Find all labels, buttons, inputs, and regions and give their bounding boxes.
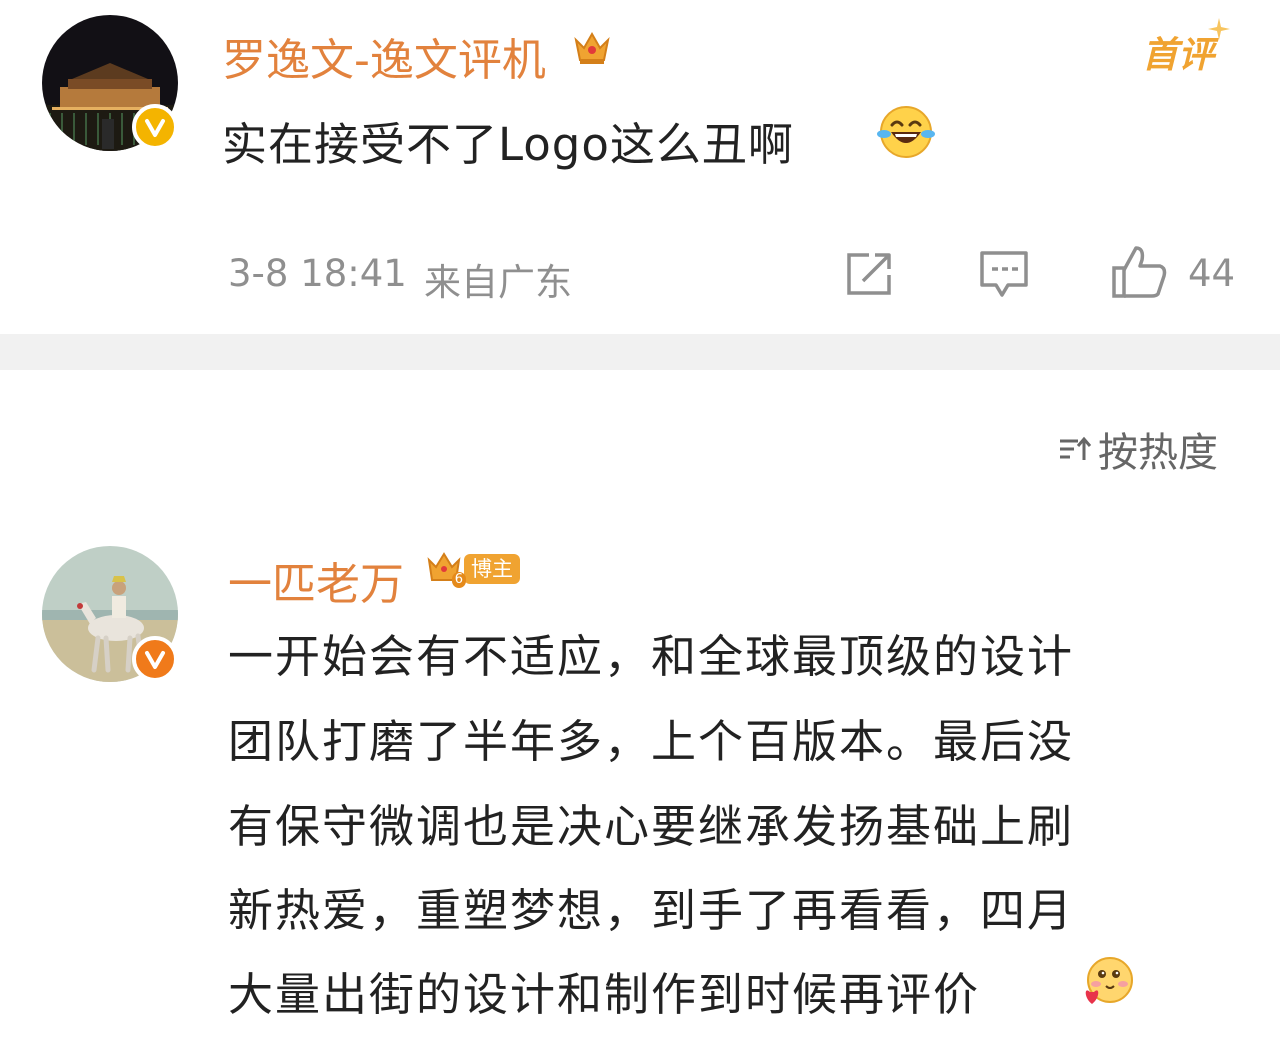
top-comment-timestamp: 3-8 18:41 — [228, 252, 407, 295]
sort-label: 按热度 — [1098, 430, 1218, 476]
first-comment-badge: 首评 — [1142, 35, 1215, 76]
blogger-badge-label: 博主 — [464, 554, 520, 584]
reply-text-line-4: 新热爱，重塑梦想，到手了再看看，四月 — [228, 884, 1075, 937]
level-crown-icon: 6 — [426, 550, 466, 588]
like-button[interactable] — [1108, 242, 1170, 302]
level-number: 6 — [451, 572, 466, 588]
like-icon — [1112, 246, 1167, 298]
like-count: 44 — [1188, 252, 1236, 295]
sparkle-icon — [1208, 18, 1230, 44]
reply-text-line-5: 大量出街的设计和制作到时候再评价 — [228, 968, 981, 1021]
verified-v-icon — [132, 104, 178, 150]
blush-heart-emoji-icon — [1080, 954, 1136, 1014]
sort-by-hot-button[interactable]: 按热度 — [1058, 420, 1218, 478]
top-comment-location: 来自广东 — [424, 261, 572, 304]
blogger-badge: 6 博主 — [426, 550, 520, 588]
crown-icon — [572, 28, 612, 72]
section-divider — [0, 334, 1280, 370]
laugh-cry-emoji-icon — [876, 104, 936, 164]
share-button[interactable] — [842, 248, 898, 300]
reply-text-line-2: 团队打磨了半年多，上个百版本。最后没 — [228, 715, 1075, 768]
share-icon — [847, 253, 891, 295]
reply-button[interactable] — [976, 246, 1032, 302]
reply-text-line-1: 一开始会有不适应，和全球最顶级的设计 — [228, 630, 1075, 683]
comment-icon — [980, 251, 1028, 297]
top-comment-text: 实在接受不了Logo这么丑啊 — [222, 118, 794, 171]
username-top-commenter[interactable]: 罗逸文-逸文评机 — [222, 24, 546, 88]
username-reply-author[interactable]: 一匹老万 — [228, 548, 404, 612]
reply-text-line-3: 有保守微调也是决心要继承发扬基础上刷 — [228, 800, 1075, 853]
sort-icon — [1060, 436, 1092, 460]
verified-v-icon — [132, 636, 178, 682]
